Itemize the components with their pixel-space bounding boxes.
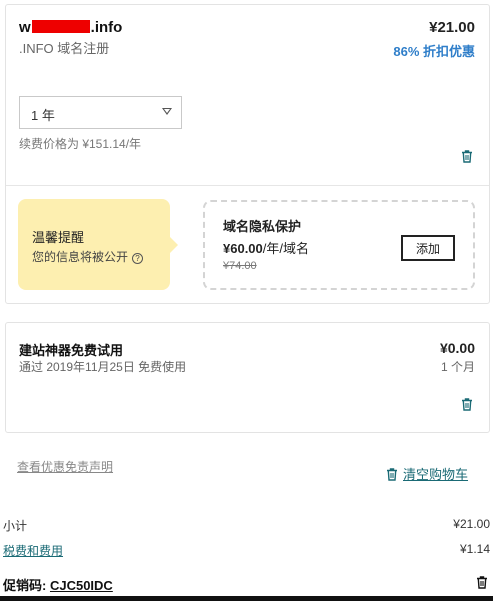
taxes-fees-link[interactable]: 税费和费用 bbox=[3, 542, 63, 559]
privacy-price: ¥60.00 bbox=[223, 241, 263, 256]
builder-subtitle: 通过 2019年11月25日 免费使用 bbox=[19, 360, 187, 374]
builder-price: ¥0.00 bbox=[439, 340, 475, 356]
dropdown-arrow-icon bbox=[162, 108, 172, 115]
discount-badge: 86% 折扣优惠 bbox=[393, 44, 475, 59]
tip-title: 温馨提醒 bbox=[32, 230, 85, 245]
builder-title: 建站神器免费试用 bbox=[19, 343, 124, 358]
domain-name-prefix: w bbox=[19, 19, 31, 36]
privacy-protection-offer: 域名隐私保护 ¥60.00/年/域名 ¥74.00 添加 bbox=[203, 200, 475, 290]
taxes-fees-value: ¥1.14 bbox=[459, 542, 490, 556]
trash-icon bbox=[386, 467, 398, 482]
promo-code-row: 促销码: CJC50IDC bbox=[3, 575, 113, 594]
privacy-old-price: ¥74.00 bbox=[223, 260, 257, 272]
subtotal-label: 小计 bbox=[3, 519, 28, 533]
tip-text: 您的信息将被公开? bbox=[32, 248, 144, 265]
clear-cart-label: 清空购物车 bbox=[403, 467, 469, 482]
domain-name-suffix: .info bbox=[90, 19, 123, 36]
promo-code[interactable]: CJC50IDC bbox=[50, 578, 113, 593]
card-divider bbox=[6, 185, 489, 186]
clear-cart-link[interactable]: 清空购物车 bbox=[386, 464, 468, 483]
builder-period: 1 个月 bbox=[440, 360, 475, 374]
domain-name: w .info bbox=[19, 19, 122, 36]
trash-icon[interactable] bbox=[461, 398, 473, 411]
help-circle-icon[interactable]: ? bbox=[132, 253, 144, 264]
renewal-price-text: 续费价格为 ¥151.14/年 bbox=[19, 137, 142, 151]
privacy-price-unit: /年/域名 bbox=[262, 241, 309, 256]
term-select-value: 1 年 bbox=[31, 108, 55, 123]
site-builder-cart-item: 建站神器免费试用 通过 2019年11月25日 免费使用 ¥0.00 1 个月 bbox=[5, 322, 490, 433]
trash-icon[interactable] bbox=[476, 576, 488, 589]
redacted-block bbox=[31, 20, 90, 33]
term-select[interactable]: 1 年 bbox=[19, 96, 182, 129]
summary-bottom-rule bbox=[0, 596, 493, 601]
domain-cart-item: w .info .INFO 域名注册 ¥21.00 86% 折扣优惠 1 年 续费… bbox=[5, 4, 490, 304]
tip-message: 您的信息将被公开 bbox=[32, 250, 129, 264]
discount-disclaimer-link[interactable]: 查看优惠免责声明 bbox=[17, 458, 113, 475]
trash-icon[interactable] bbox=[461, 150, 473, 163]
domain-price: ¥21.00 bbox=[429, 19, 475, 36]
warm-reminder-box: 温馨提醒 您的信息将被公开? bbox=[18, 199, 178, 290]
promo-label: 促销码: bbox=[3, 578, 47, 593]
domain-subtitle: .INFO 域名注册 bbox=[19, 41, 110, 56]
subtotal-value: ¥21.00 bbox=[453, 517, 490, 531]
privacy-title: 域名隐私保护 bbox=[223, 219, 302, 234]
privacy-price-line: ¥60.00/年/域名 bbox=[223, 238, 309, 257]
add-privacy-button[interactable]: 添加 bbox=[401, 235, 455, 261]
